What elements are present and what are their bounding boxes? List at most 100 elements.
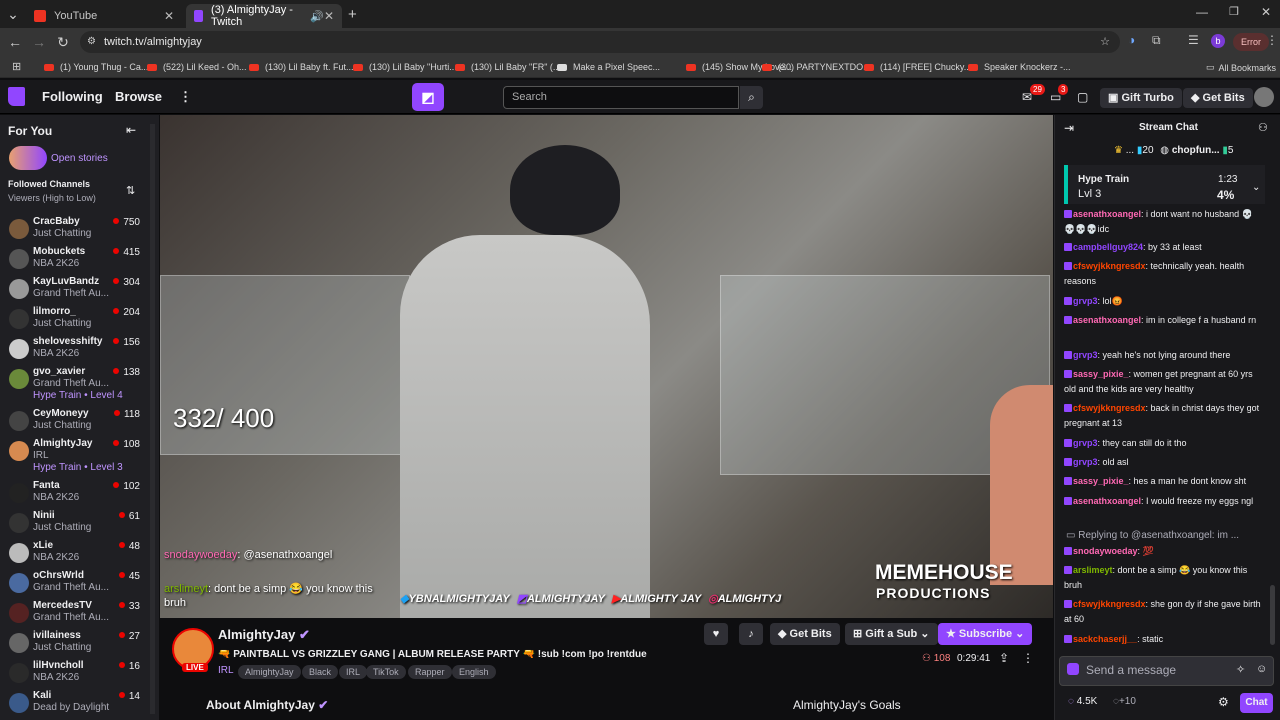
apps-icon[interactable]: ⊞ xyxy=(12,60,21,73)
hype-train-banner[interactable]: Hype Train Lvl 3 1:23 4% ⌄ xyxy=(1064,165,1265,204)
get-bits-button[interactable]: ◆ Get Bits xyxy=(1183,88,1253,108)
chat-username[interactable]: grvp3 xyxy=(1073,457,1098,467)
chat-username[interactable]: cfswyjkkngresdx xyxy=(1073,403,1146,413)
sidebar-channel[interactable]: Mobuckets NBA 2K26 415 xyxy=(0,245,150,275)
tag[interactable]: Rapper xyxy=(408,665,452,679)
tag[interactable]: TikTok xyxy=(366,665,406,679)
search-input[interactable]: Search xyxy=(503,86,739,109)
share-icon[interactable]: ⇪ xyxy=(999,651,1009,665)
chevron-down-icon[interactable]: ⌄ xyxy=(1252,182,1260,193)
error-button[interactable]: Error xyxy=(1233,33,1269,51)
sidebar-channel[interactable]: KayLuvBandz Grand Theft Au... 304 xyxy=(0,275,150,305)
more-options-icon[interactable]: ⋮ xyxy=(1022,651,1034,665)
reload-icon[interactable]: ↻ xyxy=(54,33,72,51)
gift-turbo-button[interactable]: ▣ Gift Turbo xyxy=(1100,88,1182,108)
chat-message[interactable]: grvp3: yeah he's not lying around there xyxy=(1064,348,1264,363)
collapse-sidebar-icon[interactable]: ⇤ xyxy=(126,123,136,137)
chat-username[interactable]: campbellguy824 xyxy=(1073,242,1143,252)
chat-username[interactable]: asenathxoangel xyxy=(1073,209,1141,219)
gift-sub-button[interactable]: ⊞ Gift a Sub ⌄ xyxy=(845,623,938,645)
profile-avatar[interactable]: b xyxy=(1211,34,1225,48)
chat-message[interactable]: sassy_pixie_: women get pregnant at 60 y… xyxy=(1064,367,1264,396)
chat-message[interactable]: grvp3: they can still do it tho xyxy=(1064,436,1264,451)
chat-username[interactable]: asenathxoangel xyxy=(1073,496,1141,506)
user-avatar[interactable] xyxy=(1254,87,1274,107)
chat-message[interactable]: asenathxoangel: I would freeze my eggs n… xyxy=(1064,494,1264,509)
chat-scrollbar[interactable] xyxy=(1270,585,1275,645)
notification-bell-button[interactable]: ♪ xyxy=(739,623,763,645)
chat-username[interactable]: grvp3 xyxy=(1073,350,1098,360)
chat-username[interactable]: snodaywoeday xyxy=(1073,546,1138,556)
tag[interactable]: IRL xyxy=(339,665,368,679)
tab-search-icon[interactable]: ⌄ xyxy=(4,5,22,23)
bookmark-item[interactable]: (130) Lil Baby "FR" (... xyxy=(455,62,560,72)
chat-message[interactable]: campbellguy824: by 33 at least xyxy=(1064,240,1264,255)
sidebar-scrollbar[interactable] xyxy=(150,124,155,714)
leaderboard[interactable]: ♛ ... ▮20 ◍ chopfun... ▮5 xyxy=(1114,145,1233,156)
chat-username[interactable]: grvp3 xyxy=(1073,296,1098,306)
category-link[interactable]: IRL xyxy=(218,665,234,676)
site-info-icon[interactable]: ⚙ xyxy=(87,31,96,53)
all-bookmarks[interactable]: ▭ All Bookmarks xyxy=(1206,62,1276,73)
chat-settings-icon[interactable]: ⚙ xyxy=(1218,695,1229,709)
chat-message[interactable]: cfswyjkkngresdx: back in christ days the… xyxy=(1064,401,1264,430)
get-bits-channel-button[interactable]: ◆ Get Bits xyxy=(770,623,840,645)
sidebar-channel[interactable]: xLie NBA 2K26 48 xyxy=(0,539,150,569)
bits-cheer-icon[interactable]: ✧ xyxy=(1236,663,1245,676)
tag[interactable]: Black xyxy=(302,665,339,679)
prime-crown-icon[interactable]: ◩ xyxy=(412,83,444,111)
chat-message[interactable]: asenathxoangel: im in college f a husban… xyxy=(1064,313,1264,328)
speaker-icon[interactable]: 🔊 xyxy=(310,10,324,23)
chat-message[interactable]: sackchaserjj__: static xyxy=(1064,632,1264,647)
sidebar-channel[interactable]: oChrsWrld Grand Theft Au... 45 xyxy=(0,569,150,599)
twitch-logo-icon[interactable] xyxy=(8,87,25,106)
close-tab-icon[interactable]: ✕ xyxy=(164,9,174,23)
collapse-chat-icon[interactable]: ⇥ xyxy=(1064,121,1074,135)
maximize-button[interactable]: ❐ xyxy=(1229,5,1239,18)
reading-list-icon[interactable]: ☰ xyxy=(1188,33,1199,47)
sidebar-channel[interactable]: CeyMoneyy Just Chatting 118 xyxy=(0,407,150,437)
url-field[interactable]: ⚙ twitch.tv/almightyjay ☆ xyxy=(80,31,1120,53)
sidebar-channel[interactable]: MercedesTV Grand Theft Au... 33 xyxy=(0,599,150,629)
new-tab-button[interactable]: + xyxy=(348,6,357,23)
sidebar-channel[interactable]: AlmightyJay IRL 108 Hype Train • Level 3 xyxy=(0,437,150,473)
sidebar-channel[interactable]: Ninii Just Chatting 61 xyxy=(0,509,150,539)
search-icon[interactable]: ⌕ xyxy=(740,86,763,109)
back-icon[interactable]: ← xyxy=(6,33,24,51)
chatters-icon[interactable]: ⚇ xyxy=(1258,121,1268,134)
tag[interactable]: AlmightyJay xyxy=(238,665,301,679)
tag[interactable]: English xyxy=(452,665,496,679)
tab-twitch[interactable]: (3) AlmightyJay - Twitch 🔊 ✕ xyxy=(186,4,342,28)
points-bonus[interactable]: ◌+10 xyxy=(1113,696,1136,707)
chat-username[interactable]: sackchaserjj__ xyxy=(1073,634,1137,644)
chat-send-button[interactable]: Chat xyxy=(1240,693,1273,713)
sidebar-channel[interactable]: Kali Dead by Daylight 14 xyxy=(0,689,150,719)
close-tab-icon[interactable]: ✕ xyxy=(324,9,334,23)
video-player[interactable]: 332/ 400 snodaywoeday: @asenathxoangel a… xyxy=(160,115,1053,618)
stories-avatars[interactable] xyxy=(9,146,47,170)
chat-username[interactable]: sassy_pixie_ xyxy=(1073,369,1129,379)
chat-username[interactable]: cfswyjkkngresdx xyxy=(1073,599,1146,609)
sidebar-channel[interactable]: gvo_xavier Grand Theft Au... 138 Hype Train… xyxy=(0,365,150,401)
chat-username[interactable]: asenathxoangel xyxy=(1073,315,1141,325)
puzzle-icon[interactable]: ⧉ xyxy=(1152,33,1161,48)
subscribe-button[interactable]: ★ Subscribe ⌄ xyxy=(938,623,1033,645)
whispers-icon[interactable]: ▢ xyxy=(1077,90,1088,104)
bookmark-item[interactable]: (30) PARTYNEXTDO... xyxy=(762,62,871,72)
chat-message[interactable]: grvp3: old asl xyxy=(1064,455,1264,470)
sidebar-channel[interactable]: lilHvncholl NBA 2K26 16 xyxy=(0,659,150,689)
chat-message[interactable]: sassy_pixie_: hes a man he dont know sht xyxy=(1064,474,1264,489)
nav-following[interactable]: Following xyxy=(42,89,103,104)
sidebar-channel[interactable]: Fanta NBA 2K26 102 xyxy=(0,479,150,509)
bookmark-item[interactable]: (522) Lil Keed - Oh... xyxy=(147,62,247,72)
channel-emote-icon[interactable] xyxy=(1067,663,1079,675)
chat-input[interactable]: Send a message ✧ ☺ xyxy=(1059,656,1274,686)
reply-indicator[interactable]: ▭ Replying to @asenathxoangel: im ... xyxy=(1066,530,1239,541)
chat-username[interactable]: grvp3 xyxy=(1073,438,1098,448)
chat-message[interactable]: cfswyjkkngresdx: she gon dy if she gave … xyxy=(1064,597,1264,626)
channel-name[interactable]: AlmightyJay ✔ xyxy=(218,627,310,643)
chat-username[interactable]: arslimeyt xyxy=(1073,565,1113,575)
tab-youtube[interactable]: YouTube ✕ xyxy=(26,4,182,28)
sort-icon[interactable]: ⇅ xyxy=(126,184,135,197)
bookmark-item[interactable]: (114) [FREE] Chucky... xyxy=(864,62,971,72)
